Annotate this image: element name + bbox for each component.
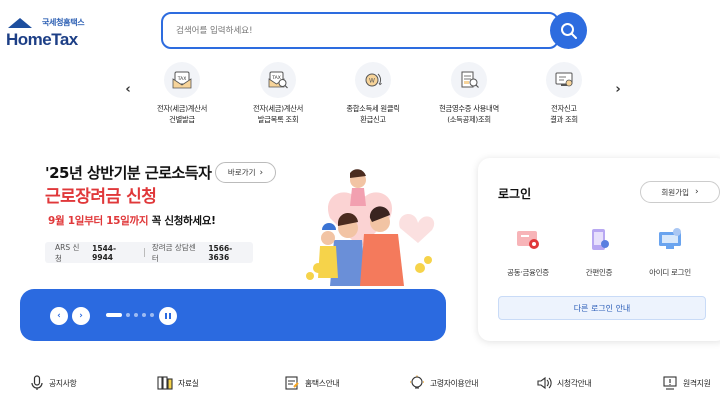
login-title: 로그인 bbox=[498, 187, 532, 201]
bottom-nav-label: 고령자이용안내 bbox=[430, 378, 479, 388]
tax-invoice-icon: TAX bbox=[164, 62, 200, 98]
family-illustration bbox=[306, 169, 435, 286]
microphone-icon bbox=[31, 375, 43, 390]
receipt-icon bbox=[451, 62, 487, 98]
house-roof-icon bbox=[8, 18, 32, 28]
center-number: 1566-3636 bbox=[208, 243, 233, 262]
banner-subtitle: 근로장려금 신청 bbox=[45, 187, 157, 207]
banner-title: '25년 상반기분 근로소득자 bbox=[45, 164, 212, 182]
quick-menu-item-tax-invoice[interactable]: TAX 전자(세금)계산서 건별발급 bbox=[137, 62, 227, 125]
bottom-nav-archive[interactable]: 자료실 bbox=[157, 375, 199, 391]
speaker-icon bbox=[537, 376, 552, 390]
svg-text:W: W bbox=[369, 78, 375, 85]
quick-menu-prev-button[interactable]: ‹ bbox=[117, 78, 139, 100]
pause-icon bbox=[165, 313, 171, 319]
bottom-nav-label: 자료실 bbox=[178, 378, 199, 388]
login-panel: 로그인 회원가입 › 공동·금융인증 간편인증 아이디 로그인 다른 로그인 안… bbox=[478, 158, 720, 341]
quick-menu-item-report-result[interactable]: 전자신고 결과 조회 bbox=[519, 62, 609, 125]
quick-menu-label: 전자(세금)계산서 건별발급 bbox=[157, 104, 207, 124]
quick-menu-next-button[interactable]: › bbox=[607, 78, 629, 100]
logo-korean-text: 국세청홈택스 bbox=[42, 18, 85, 27]
other-login-guide-button[interactable]: 다른 로그인 안내 bbox=[498, 296, 706, 320]
banner-prev-button[interactable]: ‹ bbox=[50, 307, 68, 325]
svg-text:TAX: TAX bbox=[271, 75, 281, 81]
banner-pause-button[interactable] bbox=[159, 307, 177, 325]
banner-date-range: 9월 1일부터 15일까지 bbox=[48, 215, 149, 227]
quick-menu-item-invoice-search[interactable]: TAX 전자(세금)계산서 발급목록 조회 bbox=[233, 62, 323, 125]
logo-english-text: HomeTax bbox=[6, 30, 78, 49]
bottom-nav-senior-guide[interactable]: 고령자이용안내 bbox=[409, 375, 478, 391]
login-option-label: 간편인증 bbox=[585, 268, 613, 277]
archive-icon bbox=[157, 376, 173, 390]
search-button[interactable] bbox=[550, 12, 587, 49]
invoice-search-icon: TAX bbox=[260, 62, 296, 98]
pagination-dot[interactable] bbox=[134, 313, 138, 317]
id-login-icon bbox=[659, 228, 681, 249]
contact-info-box: ARS 신청 1544-9944 장려금 상담센터 1566-3636 bbox=[45, 242, 253, 263]
report-result-icon bbox=[546, 62, 582, 98]
banner-date-rest: 꼭 신청하세요! bbox=[148, 215, 216, 227]
join-label: 회원가입 bbox=[661, 187, 689, 197]
quick-menu-label: 전자신고 결과 조회 bbox=[550, 104, 578, 124]
pagination-dot-active[interactable] bbox=[106, 313, 122, 317]
pagination-dot[interactable] bbox=[142, 313, 146, 317]
login-option-simple-auth[interactable]: 간편인증 bbox=[564, 225, 634, 278]
quick-menu-label: 종합소득세 원클릭 환급신고 bbox=[346, 104, 400, 124]
banner-next-button[interactable]: › bbox=[72, 307, 90, 325]
quick-menu-item-refund[interactable]: W 종합소득세 원클릭 환급신고 bbox=[328, 62, 418, 125]
refund-icon: W bbox=[355, 62, 391, 98]
banner-pagination bbox=[106, 313, 154, 317]
center-label: 장려금 상담센터 bbox=[151, 242, 196, 263]
banner-shortcut-button[interactable]: 바로가기 › bbox=[215, 162, 276, 183]
svg-text:TAX: TAX bbox=[177, 76, 187, 82]
bottom-nav-remote-support[interactable]: 원격지원 bbox=[662, 375, 711, 391]
login-option-certificate[interactable]: 공동·금융인증 bbox=[493, 225, 563, 278]
document-icon bbox=[285, 376, 299, 390]
quick-menu-item-receipt[interactable]: 현금영수증 사용내역 (소득공제)조회 bbox=[424, 62, 514, 125]
pagination-dot[interactable] bbox=[126, 313, 130, 317]
bottom-nav-audiovisual-guide[interactable]: 시청각안내 bbox=[536, 375, 592, 391]
bottom-nav-label: 시청각안내 bbox=[557, 378, 592, 388]
divider bbox=[143, 248, 145, 257]
hometax-logo[interactable]: 국세청홈택스 HomeTax bbox=[2, 12, 92, 52]
search-input[interactable] bbox=[163, 14, 557, 47]
login-option-label: 공동·금융인증 bbox=[507, 268, 549, 277]
quick-menu-label: 현금영수증 사용내역 (소득공제)조회 bbox=[439, 104, 499, 124]
bottom-nav-label: 공지사항 bbox=[49, 378, 77, 388]
login-option-label: 아이디 로그인 bbox=[649, 268, 691, 277]
remote-support-icon bbox=[663, 376, 677, 390]
join-button[interactable]: 회원가입 › bbox=[640, 181, 720, 203]
ars-label: ARS 신청 bbox=[55, 242, 80, 263]
login-option-id[interactable]: 아이디 로그인 bbox=[635, 225, 705, 278]
chevron-right-icon: › bbox=[259, 167, 264, 178]
bottom-nav-notice[interactable]: 공지사항 bbox=[30, 375, 77, 391]
certificate-icon bbox=[517, 231, 539, 249]
chevron-right-icon: › bbox=[695, 187, 699, 197]
search-box bbox=[161, 12, 559, 49]
search-icon bbox=[560, 22, 577, 39]
banner-date: 9월 1일부터 15일까지 꼭 신청하세요! bbox=[48, 213, 216, 228]
bottom-nav-label: 원격지원 bbox=[683, 378, 711, 388]
bottom-nav-hometax-guide[interactable]: 홈택스안내 bbox=[284, 375, 340, 391]
lightbulb-icon bbox=[410, 375, 424, 389]
ars-number: 1544-9944 bbox=[92, 243, 117, 262]
quick-menu-label: 전자(세금)계산서 발급목록 조회 bbox=[253, 104, 303, 124]
pagination-dot[interactable] bbox=[150, 313, 154, 317]
chevron-left-icon: ‹ bbox=[57, 311, 61, 321]
banner-shortcut-label: 바로가기 bbox=[227, 168, 256, 177]
simple-auth-icon bbox=[592, 229, 609, 250]
chevron-right-icon: › bbox=[79, 311, 83, 321]
bottom-nav-label: 홈택스안내 bbox=[305, 378, 340, 388]
